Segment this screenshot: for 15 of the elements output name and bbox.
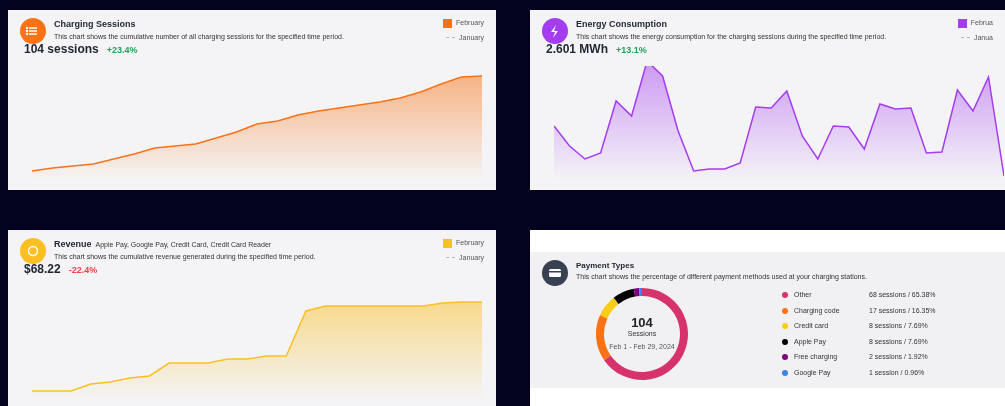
card-title: Charging Sessions <box>54 18 136 31</box>
total-value: 2.601 MWh <box>546 41 608 58</box>
total-value: 104 sessions <box>24 41 99 58</box>
legend-dash-line <box>960 37 970 39</box>
card-title: Energy Consumption <box>576 18 667 31</box>
legend-dash-line <box>446 37 456 39</box>
change-percent: +23.4% <box>106 44 138 57</box>
change-percent: +13.1% <box>616 44 647 57</box>
change-percent: -22.4% <box>68 264 98 277</box>
legend-dash-line <box>446 257 456 259</box>
total-value: $68.22 <box>24 261 61 278</box>
card-title: Revenue <box>54 238 92 251</box>
card-title: Payment Types <box>576 260 636 272</box>
donut-total: 104 <box>631 316 653 329</box>
credit-card-icon <box>542 260 568 286</box>
